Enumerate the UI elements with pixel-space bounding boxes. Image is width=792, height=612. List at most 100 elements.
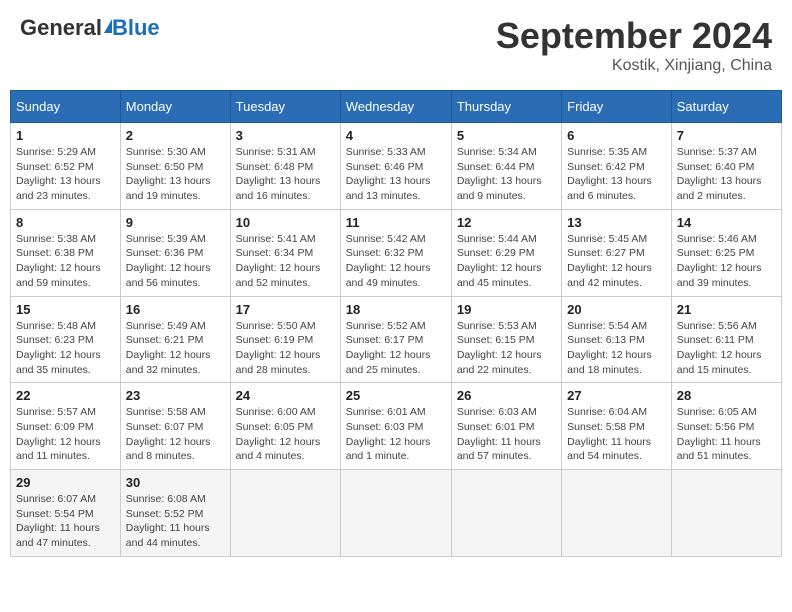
logo-icon: [104, 19, 112, 33]
day-number: 13: [567, 215, 666, 230]
weekday-header-wednesday: Wednesday: [340, 91, 451, 123]
calendar-cell: 2Sunrise: 5:30 AM Sunset: 6:50 PM Daylig…: [120, 123, 230, 210]
calendar-cell: 26Sunrise: 6:03 AM Sunset: 6:01 PM Dayli…: [451, 383, 561, 470]
day-number: 7: [677, 128, 776, 143]
calendar-cell: 10 Sunrise: 5:41 AM Sunset: 6:34 PM Dayli…: [230, 209, 340, 296]
day-number: 14: [677, 215, 776, 230]
calendar-cell: 12 Sunrise: 5:44 AM Sunset: 6:29 PM Dayli…: [451, 209, 561, 296]
calendar-header-row: SundayMondayTuesdayWednesdayThursdayFrid…: [11, 91, 782, 123]
page-header: General Blue September 2024 Kostik, Xinj…: [10, 10, 782, 80]
calendar-cell: 22 Sunrise: 5:57 AM Sunset: 6:09 PM Dayli…: [11, 383, 121, 470]
calendar-cell: 8 Sunrise: 5:38 AM Sunset: 6:38 PM Daylig…: [11, 209, 121, 296]
day-detail: Sunrise: 6:01 AM Sunset: 6:03 PM Dayligh…: [346, 405, 446, 464]
day-number: 8: [16, 215, 115, 230]
day-detail: Sunrise: 5:50 AM Sunset: 6:19 PM Dayligh…: [236, 319, 335, 378]
calendar-week-3: 15Sunrise: 5:48 AM Sunset: 6:23 PM Dayli…: [11, 296, 782, 383]
calendar-week-4: 22 Sunrise: 5:57 AM Sunset: 6:09 PM Dayli…: [11, 383, 782, 470]
day-number: 25: [346, 388, 446, 403]
day-number: 16: [126, 302, 225, 317]
calendar-cell: 18 Sunrise: 5:52 AM Sunset: 6:17 PM Dayli…: [340, 296, 451, 383]
calendar-body: 1 Sunrise: 5:29 AM Sunset: 6:52 PM Daylig…: [11, 123, 782, 557]
weekday-header-friday: Friday: [562, 91, 672, 123]
day-number: 11: [346, 215, 446, 230]
calendar-cell: 6Sunrise: 5:35 AM Sunset: 6:42 PM Daylig…: [562, 123, 672, 210]
day-number: 10: [236, 215, 335, 230]
day-detail: Sunrise: 5:38 AM Sunset: 6:38 PM Dayligh…: [16, 232, 115, 291]
calendar-cell: 16 Sunrise: 5:49 AM Sunset: 6:21 PM Dayli…: [120, 296, 230, 383]
day-detail: Sunrise: 6:08 AM Sunset: 5:52 PM Dayligh…: [126, 492, 225, 551]
calendar-cell: 4 Sunrise: 5:33 AM Sunset: 6:46 PM Daylig…: [340, 123, 451, 210]
day-detail: Sunrise: 5:54 AM Sunset: 6:13 PM Dayligh…: [567, 319, 666, 378]
day-detail: Sunrise: 5:57 AM Sunset: 6:09 PM Dayligh…: [16, 405, 115, 464]
day-detail: Sunrise: 6:07 AM Sunset: 5:54 PM Dayligh…: [16, 492, 115, 551]
calendar-cell: [340, 470, 451, 557]
day-detail: Sunrise: 5:45 AM Sunset: 6:27 PM Dayligh…: [567, 232, 666, 291]
day-number: 3: [236, 128, 335, 143]
day-number: 22: [16, 388, 115, 403]
day-detail: Sunrise: 5:29 AM Sunset: 6:52 PM Dayligh…: [16, 145, 115, 204]
day-detail: Sunrise: 5:56 AM Sunset: 6:11 PM Dayligh…: [677, 319, 776, 378]
calendar-cell: 17 Sunrise: 5:50 AM Sunset: 6:19 PM Dayli…: [230, 296, 340, 383]
day-detail: Sunrise: 6:05 AM Sunset: 5:56 PM Dayligh…: [677, 405, 776, 464]
day-detail: Sunrise: 5:48 AM Sunset: 6:23 PM Dayligh…: [16, 319, 115, 378]
day-number: 9: [126, 215, 225, 230]
calendar-cell: [451, 470, 561, 557]
calendar-table: SundayMondayTuesdayWednesdayThursdayFrid…: [10, 90, 782, 557]
day-detail: Sunrise: 5:31 AM Sunset: 6:48 PM Dayligh…: [236, 145, 335, 204]
day-number: 28: [677, 388, 776, 403]
day-number: 6: [567, 128, 666, 143]
day-detail: Sunrise: 6:04 AM Sunset: 5:58 PM Dayligh…: [567, 405, 666, 464]
day-detail: Sunrise: 5:46 AM Sunset: 6:25 PM Dayligh…: [677, 232, 776, 291]
calendar-cell: [562, 470, 672, 557]
day-number: 23: [126, 388, 225, 403]
day-number: 26: [457, 388, 556, 403]
weekday-header-monday: Monday: [120, 91, 230, 123]
day-detail: Sunrise: 5:49 AM Sunset: 6:21 PM Dayligh…: [126, 319, 225, 378]
calendar-cell: 28 Sunrise: 6:05 AM Sunset: 5:56 PM Dayli…: [671, 383, 781, 470]
day-number: 5: [457, 128, 556, 143]
calendar-week-5: 29Sunrise: 6:07 AM Sunset: 5:54 PM Dayli…: [11, 470, 782, 557]
day-number: 24: [236, 388, 335, 403]
day-number: 18: [346, 302, 446, 317]
day-detail: Sunrise: 6:00 AM Sunset: 6:05 PM Dayligh…: [236, 405, 335, 464]
day-number: 17: [236, 302, 335, 317]
calendar-cell: 27 Sunrise: 6:04 AM Sunset: 5:58 PM Dayli…: [562, 383, 672, 470]
day-detail: Sunrise: 5:33 AM Sunset: 6:46 PM Dayligh…: [346, 145, 446, 204]
day-number: 19: [457, 302, 556, 317]
day-number: 1: [16, 128, 115, 143]
day-detail: Sunrise: 5:34 AM Sunset: 6:44 PM Dayligh…: [457, 145, 556, 204]
day-number: 12: [457, 215, 556, 230]
day-detail: Sunrise: 5:52 AM Sunset: 6:17 PM Dayligh…: [346, 319, 446, 378]
calendar-cell: 14 Sunrise: 5:46 AM Sunset: 6:25 PM Dayli…: [671, 209, 781, 296]
calendar-week-2: 8 Sunrise: 5:38 AM Sunset: 6:38 PM Daylig…: [11, 209, 782, 296]
weekday-header-saturday: Saturday: [671, 91, 781, 123]
calendar-cell: 25 Sunrise: 6:01 AM Sunset: 6:03 PM Dayli…: [340, 383, 451, 470]
day-detail: Sunrise: 5:44 AM Sunset: 6:29 PM Dayligh…: [457, 232, 556, 291]
day-detail: Sunrise: 5:42 AM Sunset: 6:32 PM Dayligh…: [346, 232, 446, 291]
logo-general-text: General: [20, 15, 102, 41]
calendar-week-1: 1 Sunrise: 5:29 AM Sunset: 6:52 PM Daylig…: [11, 123, 782, 210]
month-title: September 2024: [496, 15, 772, 57]
day-number: 2: [126, 128, 225, 143]
calendar-cell: 23 Sunrise: 5:58 AM Sunset: 6:07 PM Dayli…: [120, 383, 230, 470]
calendar-cell: 20Sunrise: 5:54 AM Sunset: 6:13 PM Dayli…: [562, 296, 672, 383]
day-detail: Sunrise: 5:58 AM Sunset: 6:07 PM Dayligh…: [126, 405, 225, 464]
weekday-header-thursday: Thursday: [451, 91, 561, 123]
calendar-cell: [671, 470, 781, 557]
calendar-cell: 15Sunrise: 5:48 AM Sunset: 6:23 PM Dayli…: [11, 296, 121, 383]
day-number: 4: [346, 128, 446, 143]
calendar-cell: [230, 470, 340, 557]
day-number: 27: [567, 388, 666, 403]
calendar-cell: 13 Sunrise: 5:45 AM Sunset: 6:27 PM Dayli…: [562, 209, 672, 296]
calendar-cell: 11 Sunrise: 5:42 AM Sunset: 6:32 PM Dayli…: [340, 209, 451, 296]
calendar-cell: 3 Sunrise: 5:31 AM Sunset: 6:48 PM Daylig…: [230, 123, 340, 210]
calendar-cell: 19 Sunrise: 5:53 AM Sunset: 6:15 PM Dayli…: [451, 296, 561, 383]
day-detail: Sunrise: 5:39 AM Sunset: 6:36 PM Dayligh…: [126, 232, 225, 291]
title-block: September 2024 Kostik, Xinjiang, China: [496, 15, 772, 75]
day-detail: Sunrise: 5:41 AM Sunset: 6:34 PM Dayligh…: [236, 232, 335, 291]
calendar-cell: 30Sunrise: 6:08 AM Sunset: 5:52 PM Dayli…: [120, 470, 230, 557]
day-detail: Sunrise: 5:53 AM Sunset: 6:15 PM Dayligh…: [457, 319, 556, 378]
weekday-header-sunday: Sunday: [11, 91, 121, 123]
day-number: 21: [677, 302, 776, 317]
calendar-cell: 1 Sunrise: 5:29 AM Sunset: 6:52 PM Daylig…: [11, 123, 121, 210]
